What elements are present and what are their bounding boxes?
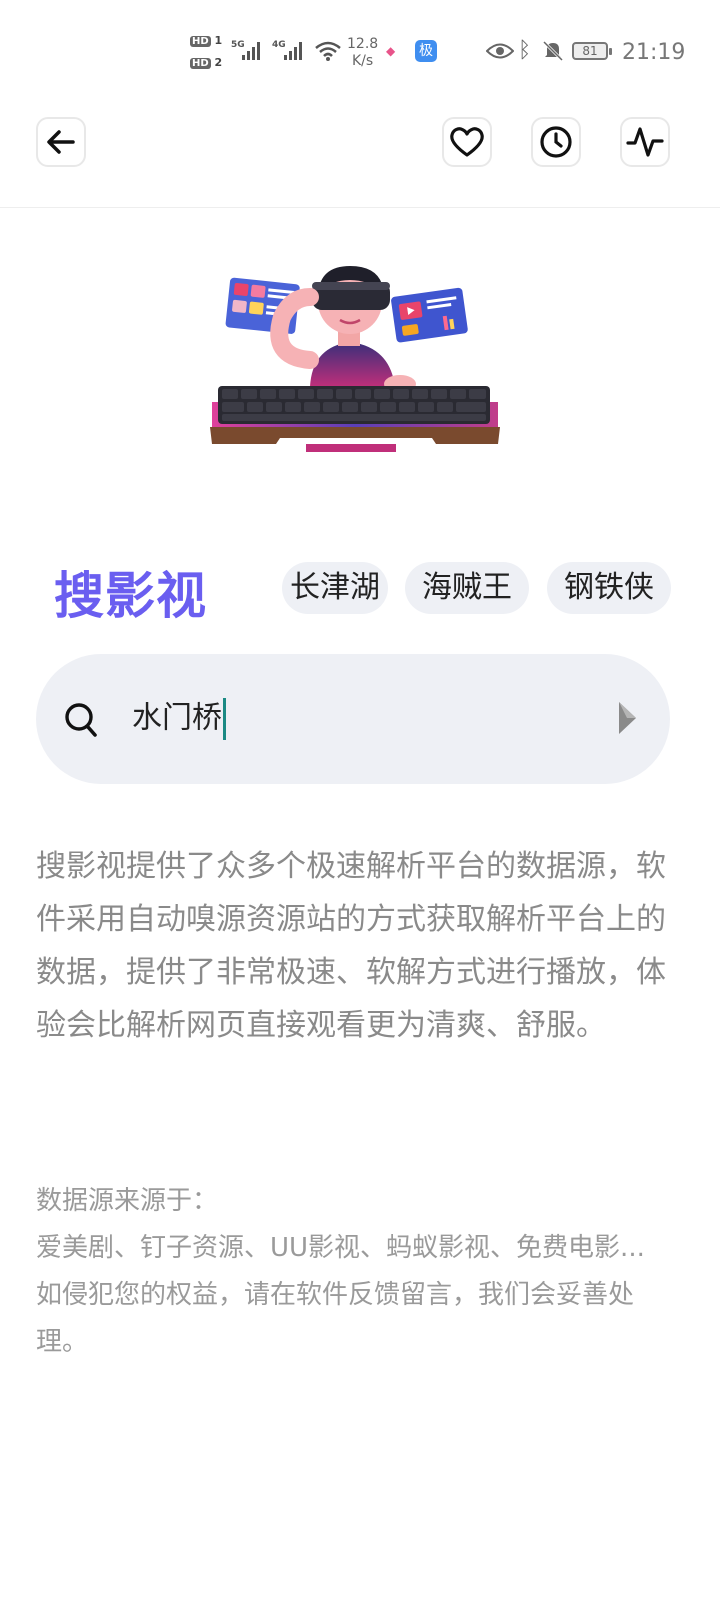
header-divider	[0, 207, 720, 208]
arrow-left-icon	[47, 130, 75, 154]
network-speed: 12.8 K/s	[347, 36, 378, 70]
mute-bell-icon	[542, 40, 564, 62]
data-sources-info: 数据源来源于： 爱美剧、钉子资源、UU影视、蚂蚁影视、免费电影... 如侵犯您的…	[36, 1178, 676, 1366]
play-arrow-icon[interactable]	[616, 700, 638, 736]
speed-value: 12.8	[347, 36, 379, 52]
hd-indicator-2: HD 2	[190, 56, 222, 69]
sources-list: 爱美剧、钉子资源、UU影视、蚂蚁影视、免费电影...	[36, 1233, 645, 1263]
heart-icon	[450, 127, 484, 157]
history-button[interactable]	[531, 117, 581, 167]
app-badge: 极	[415, 40, 437, 62]
status-bar: HD 1 HD 2 5G 4G 12.8 K/s ◆ 极 ᛒ 81 21:19	[0, 0, 720, 100]
sources-heading: 数据源来源于：	[36, 1186, 219, 1216]
search-icon[interactable]	[64, 702, 98, 738]
back-button[interactable]	[36, 117, 86, 167]
hot-tag-3[interactable]: 钢铁侠	[547, 562, 671, 614]
battery-indicator: 81	[572, 42, 612, 60]
search-box[interactable]: 水门桥	[36, 654, 670, 784]
hot-tag-1[interactable]: 长津湖	[282, 562, 388, 614]
hd2-label: HD	[190, 58, 211, 69]
hd-indicator-1: HD 1	[190, 34, 222, 47]
wifi-icon	[315, 41, 341, 61]
hd1-num: 1	[214, 34, 223, 47]
clock-time: 21:19	[622, 40, 686, 65]
eye-icon	[486, 43, 514, 59]
app-title: 搜影视	[54, 567, 207, 625]
pulse-icon	[626, 127, 664, 157]
favorite-button[interactable]	[442, 117, 492, 167]
clock-icon	[540, 126, 572, 158]
signal-icon-1	[242, 40, 260, 60]
signal-icon-2	[284, 40, 302, 60]
bluetooth-icon: ᛒ	[518, 38, 532, 63]
hd2-num: 2	[214, 56, 223, 69]
search-input[interactable]: 水门桥	[132, 698, 226, 740]
app-notification-icon: ◆	[386, 44, 396, 58]
text-cursor	[223, 698, 226, 740]
app-description: 搜影视提供了众多个极速解析平台的数据源，软件采用自动嗅源资源站的方式获取解析平台…	[36, 849, 666, 1043]
hot-tag-2[interactable]: 海贼王	[405, 562, 529, 614]
speed-unit: K/s	[351, 53, 374, 69]
search-input-text: 水门桥	[132, 700, 222, 736]
hd1-label: HD	[190, 36, 211, 47]
activity-button[interactable]	[620, 117, 670, 167]
vr-keyboard-illustration	[210, 266, 500, 452]
copyright-notice: 如侵犯您的权益，请在软件反馈留言，我们会妥善处理。	[36, 1280, 635, 1357]
